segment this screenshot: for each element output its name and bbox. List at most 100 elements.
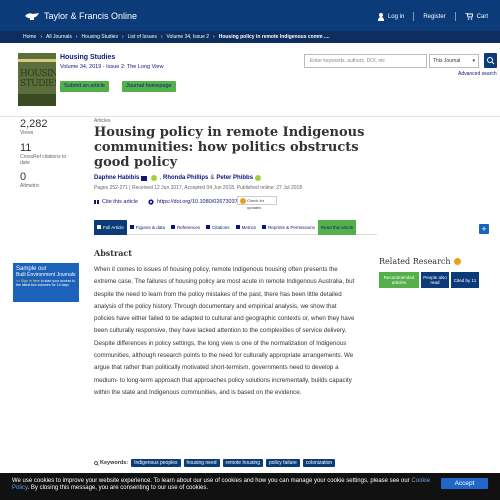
login-label: Log in [387, 13, 405, 20]
related-research-heading: Related Research [379, 257, 461, 266]
sample-cta: >> Sign in here to start your access to … [16, 279, 76, 287]
link-icon [148, 199, 154, 205]
keywords-row: Keywords: Indigenous peoples housing nee… [94, 459, 338, 467]
user-icon [377, 12, 384, 21]
chevron-right-icon: › [213, 34, 215, 40]
breadcrumb-volume[interactable]: Volume 34, Issue 2 [167, 34, 210, 40]
citations-icon [206, 225, 211, 229]
tab-read-article[interactable]: Read this article [317, 219, 357, 235]
cover-title-line1: HOUSING [20, 69, 56, 79]
advanced-search-link[interactable]: Advanced search [458, 71, 497, 77]
lock-icon [262, 225, 267, 229]
image-icon [129, 225, 134, 229]
author-list: Daphne Habibis , Rhonda Phillips & Peter… [94, 175, 263, 181]
tab-label: Citations [212, 224, 230, 230]
cover-stripe [18, 59, 56, 62]
tab-full-article[interactable]: Full Article [94, 219, 127, 235]
search-input[interactable]: Enter keywords, authors, DOI, etc [304, 54, 427, 68]
tab-label: Read this article [320, 224, 354, 230]
crossref-label: CrossRef citations to date [20, 154, 67, 166]
cover-title-line2: STUDIES [20, 79, 56, 89]
chevron-right-icon: › [75, 34, 78, 40]
crossref-count: 11 [20, 142, 32, 154]
keywords-label: Keywords: [100, 460, 129, 466]
journal-volume[interactable]: Volume 34, 2019 - Issue 2: The Long View [60, 64, 163, 70]
tab-cited-by[interactable]: Cited by 11 [451, 272, 479, 288]
divider [454, 12, 456, 21]
author-link[interactable]: Daphne Habibis [94, 175, 139, 181]
journal-banner: HOUSING STUDIES Housing Studies Volume 3… [0, 43, 500, 117]
article-title: Housing policy in remote Indigenous comm… [94, 125, 365, 170]
cookie-message-end: . By closing this message, you are conse… [27, 485, 208, 491]
cart-icon [464, 13, 473, 20]
tab-citations[interactable]: Citations [203, 220, 233, 235]
tab-label: Metrics [241, 224, 257, 230]
article-type: Articles [94, 118, 111, 124]
keyword-tag[interactable]: policy failure [266, 459, 300, 467]
author-link[interactable]: Rhonda Phillips [163, 175, 208, 181]
divider [413, 12, 415, 21]
email-icon[interactable] [141, 175, 148, 181]
keyword-tag[interactable]: colonization [302, 459, 336, 467]
tab-people-also-read[interactable]: People also read [421, 272, 449, 288]
tab-label: Full Article [103, 224, 124, 230]
related-tabs: Recommended articles People also read Ci… [379, 272, 481, 288]
cart-label: Cart [476, 13, 488, 20]
submit-article-button[interactable]: Submit an article [60, 81, 109, 92]
author-link[interactable]: Peter Phibbs [216, 175, 253, 181]
search-icon [487, 57, 495, 65]
crossref-metric[interactable]: 11 CrossRef citations to date [20, 142, 70, 166]
tab-figures[interactable]: Figures & data [127, 220, 168, 235]
keyword-tag[interactable]: housing need [183, 459, 220, 467]
breadcrumb-home[interactable]: Home [23, 34, 36, 40]
register-link[interactable]: Register [423, 14, 445, 20]
breadcrumb-all-journals[interactable]: All Journals [46, 34, 72, 40]
abstract-heading: Abstract [94, 248, 132, 258]
site-header: Taylor & Francis Online Log in Register … [0, 0, 500, 31]
tab-label: Figures & data [135, 224, 166, 230]
tab-metrics[interactable]: Metrics [233, 220, 260, 235]
sample-journals-panel[interactable]: Sample our Built Environment Journals >>… [13, 263, 79, 302]
breadcrumb-current: Housing policy in remote Indigenous comm… [218, 34, 330, 40]
altmetric-metric[interactable]: 0 Altmetric [20, 171, 39, 189]
crossmark-icon [240, 198, 246, 204]
register-label: Register [423, 13, 446, 20]
breadcrumb-issues[interactable]: List of Issues [128, 34, 157, 40]
quote-icon [94, 199, 99, 204]
views-label: Views [20, 130, 34, 136]
author-separator: , [159, 175, 162, 181]
check-updates-label: Check for updates [247, 198, 265, 210]
orcid-icon[interactable] [151, 175, 158, 181]
brand-name: Taylor & Francis Online [44, 10, 138, 21]
chevron-right-icon: › [160, 34, 163, 40]
tab-references[interactable]: References [168, 220, 203, 235]
journal-title[interactable]: Housing Studies [60, 54, 115, 61]
orcid-icon[interactable] [255, 175, 262, 181]
tab-label: References [177, 224, 201, 230]
cookie-message: We use cookies to improve your website e… [12, 478, 410, 484]
tab-reprints[interactable]: Reprints & Permissions [259, 220, 318, 235]
cite-article-link[interactable]: Cite this article [94, 199, 138, 205]
views-metric: 2,282 Views [20, 118, 48, 136]
keyword-tag[interactable]: Indigenous peoples [131, 459, 181, 467]
document-icon [97, 225, 101, 229]
check-updates-button[interactable]: Check for updates [237, 196, 277, 210]
tab-recommended-articles[interactable]: Recommended articles [379, 272, 419, 288]
accept-cookies-button[interactable]: Accept [441, 478, 488, 489]
expand-plus-button[interactable]: + [479, 224, 489, 234]
abstract-body: When it comes to issues of housing polic… [94, 266, 355, 396]
article-tabs: Full Article Figures & data References C… [94, 219, 377, 235]
chevron-right-icon: › [121, 34, 124, 40]
info-icon[interactable] [453, 258, 461, 265]
tandf-logo[interactable]: Taylor & Francis Online [24, 10, 137, 21]
journal-cover[interactable]: HOUSING STUDIES [18, 53, 56, 106]
search-scope-select[interactable]: This Journal ▾ [429, 54, 479, 68]
journal-homepage-button[interactable]: Journal homepage [122, 81, 176, 92]
keyword-tag[interactable]: remote housing [222, 459, 263, 467]
search-icon [94, 460, 99, 466]
login-link[interactable]: Log in [377, 12, 405, 21]
cart-link[interactable]: Cart [464, 13, 488, 20]
chevron-down-icon: ▾ [472, 58, 475, 64]
search-button[interactable] [484, 53, 497, 68]
breadcrumb-journal[interactable]: Housing Studies [82, 34, 118, 40]
